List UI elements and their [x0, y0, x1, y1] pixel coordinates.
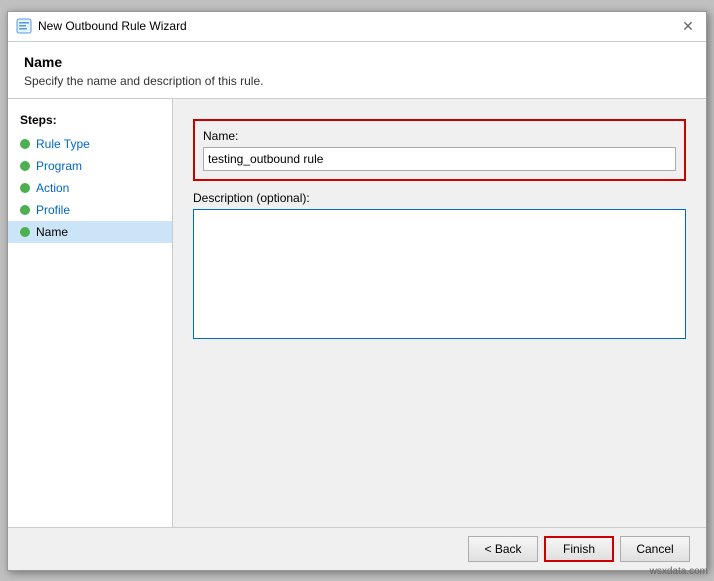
main-window: New Outbound Rule Wizard ✕ Name Specify …: [7, 11, 707, 571]
name-group: Name:: [193, 119, 686, 181]
app-icon: [16, 18, 32, 34]
desc-group: Description (optional):: [193, 191, 686, 339]
title-bar-left: New Outbound Rule Wizard: [16, 18, 187, 34]
sidebar-item-rule-type[interactable]: Rule Type: [8, 133, 172, 155]
window-title: New Outbound Rule Wizard: [38, 19, 187, 33]
name-label: Name:: [203, 129, 676, 143]
description-input[interactable]: [193, 209, 686, 339]
name-input[interactable]: [203, 147, 676, 171]
main-section: Steps: Rule Type Program Action Profile: [8, 99, 706, 527]
step-dot-rule-type: [20, 139, 30, 149]
steps-panel: Steps: Rule Type Program Action Profile: [8, 99, 173, 527]
title-bar: New Outbound Rule Wizard ✕: [8, 12, 706, 42]
sidebar-item-name[interactable]: Name: [8, 221, 172, 243]
form-panel: Name: Description (optional):: [173, 99, 706, 527]
sidebar-item-profile[interactable]: Profile: [8, 199, 172, 221]
cancel-button[interactable]: Cancel: [620, 536, 690, 562]
step-label-rule-type: Rule Type: [36, 137, 90, 151]
finish-button[interactable]: Finish: [544, 536, 614, 562]
step-label-name: Name: [36, 225, 68, 239]
sidebar-item-action[interactable]: Action: [8, 177, 172, 199]
step-dot-profile: [20, 205, 30, 215]
steps-label: Steps:: [8, 109, 172, 133]
page-subtitle: Specify the name and description of this…: [24, 74, 690, 88]
back-button[interactable]: < Back: [468, 536, 538, 562]
step-dot-action: [20, 183, 30, 193]
desc-label: Description (optional):: [193, 191, 686, 205]
close-button[interactable]: ✕: [678, 16, 698, 36]
step-dot-program: [20, 161, 30, 171]
step-label-program: Program: [36, 159, 82, 173]
sidebar-item-program[interactable]: Program: [8, 155, 172, 177]
content-area: Name Specify the name and description of…: [8, 42, 706, 527]
footer: < Back Finish Cancel: [8, 527, 706, 570]
step-dot-name: [20, 227, 30, 237]
step-label-action: Action: [36, 181, 69, 195]
page-title: Name: [24, 54, 690, 70]
step-label-profile: Profile: [36, 203, 70, 217]
watermark: wsxdata.com: [650, 566, 708, 577]
header-section: Name Specify the name and description of…: [8, 42, 706, 99]
